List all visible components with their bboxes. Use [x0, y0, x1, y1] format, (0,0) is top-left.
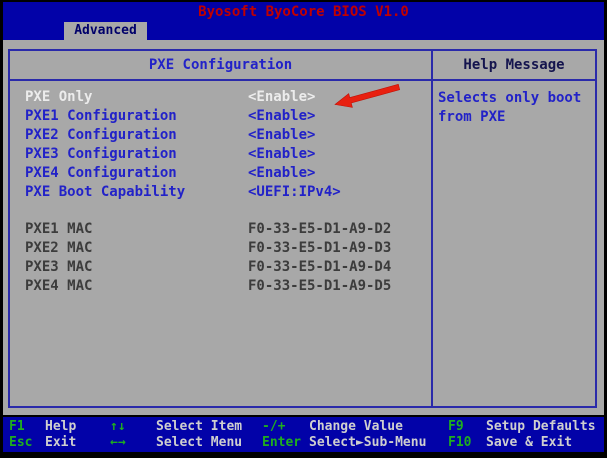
option-value[interactable]: <Enable> [248, 88, 315, 107]
option-label: PXE2 Configuration [25, 126, 248, 145]
hint-change-value: -/+ Change Value [262, 419, 426, 435]
option-value[interactable]: <Enable> [248, 164, 315, 183]
help-panel-title: Help Message [433, 51, 595, 81]
option-pxe4-configuration[interactable]: PXE4 Configuration <Enable> [10, 164, 431, 183]
option-label: PXE4 Configuration [25, 164, 248, 183]
hint-label: Select Menu [156, 435, 242, 451]
mac-value: F0-33-E5-D1-A9-D2 [248, 220, 391, 239]
option-value[interactable]: <Enable> [248, 126, 315, 145]
key-f1: F1 [9, 419, 45, 435]
mac-row-pxe3: PXE3 MAC F0-33-E5-D1-A9-D4 [10, 258, 431, 277]
hint-f1-help: F1 Help [9, 419, 76, 435]
key-hint-bar: F1 Help Esc Exit ↑↓ Select Item ←→ Selec… [3, 417, 604, 452]
mac-value: F0-33-E5-D1-A9-D4 [248, 258, 391, 277]
hint-column-2: ↑↓ Select Item ←→ Select Menu [110, 419, 242, 451]
help-panel: Selects only boot from PXE [433, 81, 595, 406]
hint-column-1: F1 Help Esc Exit [9, 419, 76, 451]
left-right-arrows-icon: ←→ [110, 435, 156, 451]
mac-label: PXE4 MAC [25, 277, 248, 296]
mac-value: F0-33-E5-D1-A9-D5 [248, 277, 391, 296]
hint-select-item: ↑↓ Select Item [110, 419, 242, 435]
mac-value: F0-33-E5-D1-A9-D3 [248, 239, 391, 258]
option-pxe3-configuration[interactable]: PXE3 Configuration <Enable> [10, 145, 431, 164]
hint-select-menu: ←→ Select Menu [110, 435, 242, 451]
page-title: PXE Configuration [10, 51, 433, 81]
option-label: PXE Only [25, 88, 248, 107]
mac-label: PXE2 MAC [25, 239, 248, 258]
pxe-configuration-panel: PXE Configuration Help Message PXE Only … [8, 49, 597, 408]
mac-row-pxe1: PXE1 MAC F0-33-E5-D1-A9-D2 [10, 220, 431, 239]
hint-label: Exit [45, 435, 76, 451]
mac-label: PXE3 MAC [25, 258, 248, 277]
up-down-arrows-icon: ↑↓ [110, 419, 156, 435]
hint-column-4: F9 Setup Defaults F10 Save & Exit [448, 419, 596, 451]
option-pxe2-configuration[interactable]: PXE2 Configuration <Enable> [10, 126, 431, 145]
hint-select-submenu: Enter Select►Sub-Menu [262, 435, 426, 451]
option-pxe1-configuration[interactable]: PXE1 Configuration <Enable> [10, 107, 431, 126]
mac-label: PXE1 MAC [25, 220, 248, 239]
hint-column-3: -/+ Change Value Enter Select►Sub-Menu [262, 419, 426, 451]
bios-screen: { "titlebar": { "title": "Byosoft ByoCor… [0, 0, 607, 458]
hint-label: Setup Defaults [486, 419, 596, 435]
hint-label: Help [45, 419, 76, 435]
option-label: PXE1 Configuration [25, 107, 248, 126]
option-pxe-only[interactable]: PXE Only <Enable> [10, 88, 431, 107]
options-list: PXE Only <Enable> PXE1 Configuration <En… [10, 81, 433, 406]
key-esc: Esc [9, 435, 45, 451]
key-minus-plus: -/+ [262, 419, 309, 435]
mac-row-pxe2: PXE2 MAC F0-33-E5-D1-A9-D3 [10, 239, 431, 258]
help-text: Selects only boot from PXE [438, 89, 590, 127]
hint-esc-exit: Esc Exit [9, 435, 76, 451]
main-area: PXE Configuration Help Message PXE Only … [3, 40, 604, 419]
hint-label: Change Value [309, 419, 403, 435]
mac-address-list: PXE1 MAC F0-33-E5-D1-A9-D2 PXE2 MAC F0-3… [10, 220, 431, 296]
key-f9: F9 [448, 419, 486, 435]
tab-advanced[interactable]: Advanced [64, 22, 147, 40]
hint-setup-defaults: F9 Setup Defaults [448, 419, 596, 435]
option-value[interactable]: <UEFI:IPv4> [248, 183, 341, 202]
hint-label: Select Item [156, 419, 242, 435]
key-f10: F10 [448, 435, 486, 451]
bios-version-title: Byosoft ByoCore BIOS V1.0 [3, 4, 604, 20]
hint-label: Select►Sub-Menu [309, 435, 426, 451]
key-enter: Enter [262, 435, 309, 451]
option-value[interactable]: <Enable> [248, 107, 315, 126]
option-value[interactable]: <Enable> [248, 145, 315, 164]
option-label: PXE3 Configuration [25, 145, 248, 164]
option-label: PXE Boot Capability [25, 183, 248, 202]
hint-save-exit: F10 Save & Exit [448, 435, 596, 451]
mac-row-pxe4: PXE4 MAC F0-33-E5-D1-A9-D5 [10, 277, 431, 296]
hint-label: Save & Exit [486, 435, 572, 451]
option-pxe-boot-capability[interactable]: PXE Boot Capability <UEFI:IPv4> [10, 183, 431, 202]
bios-setup-screen: Byosoft ByoCore BIOS V1.0 Advanced PXE C… [3, 2, 604, 452]
